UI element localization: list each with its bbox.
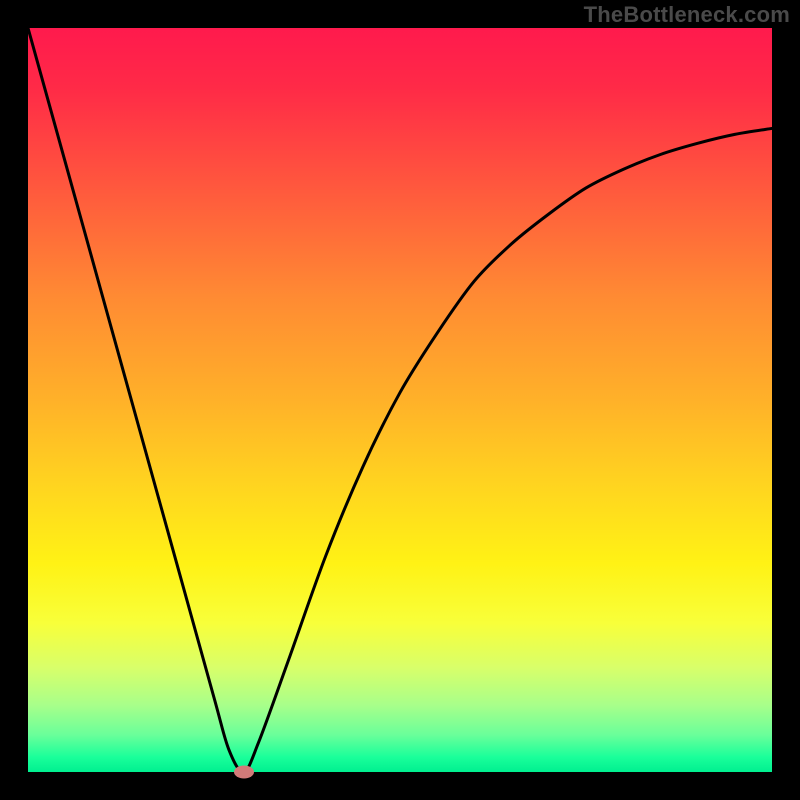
chart-area [28, 28, 772, 772]
optimal-point-marker [234, 766, 254, 779]
watermark-text: TheBottleneck.com [584, 2, 790, 28]
bottleneck-curve [28, 28, 772, 772]
curve-path [28, 28, 772, 772]
